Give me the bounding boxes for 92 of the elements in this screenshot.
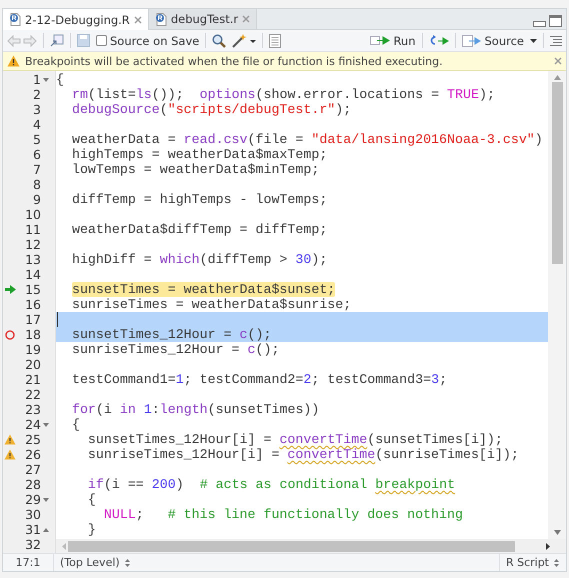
code-line: highTemps = weatherData$maxTemp;: [70, 147, 328, 162]
code-line: debugSource("scripts/debugTest.r");: [70, 102, 352, 117]
cursor-position: 17:1: [3, 554, 54, 571]
code-line: testCommand1=1; testCommand2=2; testCommand3=3;: [70, 372, 448, 387]
line-number: 27: [24, 462, 41, 477]
scrollbar-thumb[interactable]: [552, 82, 562, 264]
breakpoint-icon[interactable]: [5, 330, 15, 340]
outline-icon[interactable]: [550, 36, 562, 46]
fold-caret-icon[interactable]: [43, 498, 49, 502]
line-number: 12: [24, 237, 41, 252]
line-number: 9: [32, 192, 41, 207]
line-number: 28: [24, 477, 41, 492]
source-button[interactable]: Source: [462, 34, 524, 48]
line-number: 17: [24, 312, 41, 327]
editor-tab[interactable]: 2-12-Debugging.R: [3, 9, 149, 30]
r-file-icon: [154, 12, 167, 26]
line-number: 19: [24, 342, 41, 357]
line-number: 8: [32, 177, 41, 192]
code-line: lowTemps = weatherData$minTemp;: [70, 162, 320, 177]
updown-icon: [124, 558, 131, 568]
show-in-window-icon[interactable]: [50, 34, 64, 47]
fold-caret-icon[interactable]: [43, 422, 49, 426]
code-line: NULL; # this line functionally does nothing: [102, 507, 464, 522]
code-line: sunriseTimes = weatherData$sunrise;: [70, 297, 352, 312]
code-line: weatherData = read.csv(file = "data/lansing2016Noaa-3.csv"): [70, 132, 544, 147]
scroll-down-icon[interactable]: [554, 530, 560, 535]
close-icon[interactable]: [134, 16, 142, 24]
source-on-save-checkbox[interactable]: Source on Save: [96, 34, 200, 48]
run-icon: [370, 35, 390, 46]
fold-caret-icon[interactable]: [43, 78, 49, 82]
rerun-icon[interactable]: [428, 34, 448, 46]
code-line: sunriseTimes_12Hour = c();: [70, 342, 280, 357]
line-number: 25: [24, 432, 41, 447]
line-number: 18: [24, 327, 41, 342]
source-icon: [462, 34, 482, 46]
code-line: sunsetTimes_12Hour[i] = convertTime(sunsetTimes[i]);: [86, 432, 504, 447]
scroll-up-icon[interactable]: [554, 75, 560, 80]
line-number: 22: [24, 387, 41, 402]
line-number: 26: [24, 447, 41, 462]
magic-wand-icon[interactable]: [232, 34, 256, 48]
line-number: 14: [24, 267, 41, 282]
line-number: 2: [32, 87, 41, 102]
code-line: weatherData$diffTemp = diffTemp;: [70, 222, 328, 237]
line-number: 13: [24, 252, 41, 267]
line-number: 15: [24, 282, 41, 297]
file-type-selector[interactable]: R Script: [498, 554, 566, 571]
line-number: 20: [24, 357, 41, 372]
line-number: 6: [32, 147, 41, 162]
updown-icon: [553, 558, 560, 568]
close-icon[interactable]: [554, 57, 562, 65]
maximize-icon[interactable]: [549, 15, 562, 27]
warning-message: Breakpoints will be activated when the file or function is finished executing.: [25, 54, 443, 68]
horizontal-scrollbar[interactable]: [56, 539, 566, 553]
caret-icon[interactable]: [530, 38, 537, 42]
search-icon[interactable]: [212, 34, 226, 48]
line-number: 3: [32, 102, 41, 117]
code-line: }: [86, 522, 97, 537]
code-line: {: [56, 72, 65, 87]
code-line: sunriseTimes_12Hour[i] = convertTime(sunriseTimes[i]);: [86, 447, 520, 462]
code-line: highDiff = which(diffTemp > 30);: [70, 252, 328, 267]
minimize-icon[interactable]: [533, 21, 546, 27]
close-icon[interactable]: [242, 15, 250, 23]
code-line: {: [70, 417, 81, 432]
line-number: 11: [24, 222, 41, 237]
code-line: if(i == 200) # acts as conditional breakpoint: [86, 477, 456, 492]
run-button[interactable]: Run: [370, 34, 416, 48]
code-line: for(i in 1:length(sunsetTimes)): [70, 402, 320, 417]
vertical-scrollbar[interactable]: [548, 71, 566, 539]
line-number: 10: [24, 207, 41, 222]
scrollbar-thumb[interactable]: [68, 540, 515, 552]
line-number: 16: [24, 297, 41, 312]
line-number: 32: [24, 537, 41, 552]
line-number: 5: [32, 132, 41, 147]
editor-tab[interactable]: debugTest.r: [148, 9, 258, 29]
line-number: 30: [24, 507, 41, 522]
line-number: 4: [32, 117, 41, 132]
fold-caret-icon[interactable]: [43, 528, 49, 532]
code-line: {: [86, 492, 97, 507]
document-outline-icon[interactable]: [269, 34, 282, 48]
scope-selector[interactable]: (Top Level): [54, 556, 137, 569]
line-number: 29: [24, 492, 41, 507]
warning-icon: [7, 55, 20, 67]
line-number: 21: [24, 372, 41, 387]
line-number: 31: [24, 522, 41, 537]
line-number: 24: [24, 417, 41, 432]
code-line: diffTemp = highTemps - lowTemps;: [70, 192, 328, 207]
line-number: 23: [24, 402, 41, 417]
line-number: 1: [32, 72, 41, 87]
r-file-icon: [9, 13, 21, 26]
code-line: rm(list=ls()); options(show.error.locations = TRUE);: [70, 87, 496, 102]
line-number: 7: [32, 162, 41, 177]
scroll-right-icon[interactable]: [546, 542, 550, 550]
